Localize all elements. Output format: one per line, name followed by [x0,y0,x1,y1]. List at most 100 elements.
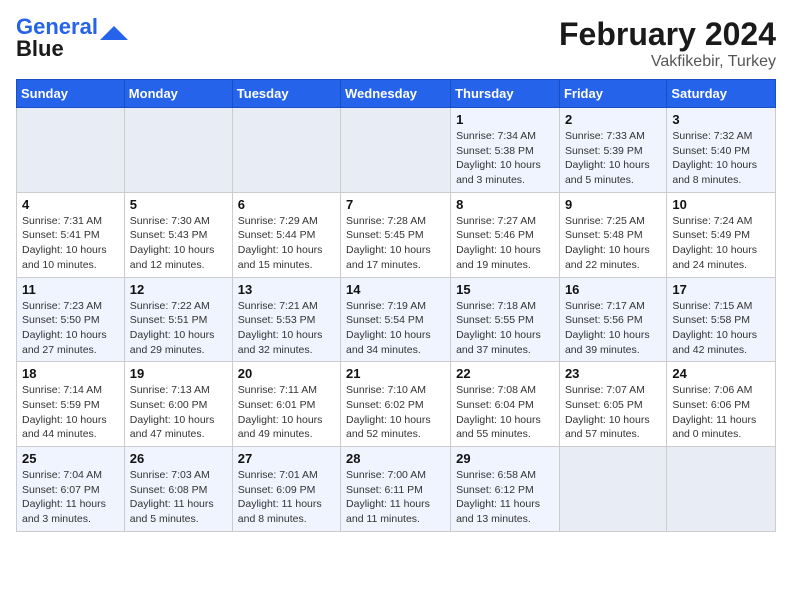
day-info: Sunrise: 7:04 AMSunset: 6:07 PMDaylight:… [22,468,119,527]
day-number: 21 [346,366,445,381]
calendar-table: Sunday Monday Tuesday Wednesday Thursday… [16,79,776,532]
day-number: 3 [672,112,770,127]
day-info: Sunrise: 6:58 AMSunset: 6:12 PMDaylight:… [456,468,554,527]
table-row: 8Sunrise: 7:27 AMSunset: 5:46 PMDaylight… [451,192,560,277]
day-number: 7 [346,197,445,212]
logo-text: GeneralBlue [16,16,98,60]
table-row: 9 Sunrise: 7:25 AMSunset: 5:48 PMDaylight… [559,192,666,277]
calendar-header-row: Sunday Monday Tuesday Wednesday Thursday… [17,80,776,108]
day-info: Sunrise: 7:23 AMSunset: 5:50 PMDaylight:… [22,299,119,358]
day-info: Sunrise: 7:30 AMSunset: 5:43 PMDaylight:… [130,214,227,273]
day-info: Sunrise: 7:19 AMSunset: 5:54 PMDaylight:… [346,299,445,358]
calendar-week-row: 1 Sunrise: 7:34 AMSunset: 5:38 PMDaylight… [17,108,776,193]
day-number: 8 [456,197,554,212]
day-number: 2 [565,112,661,127]
day-info: Sunrise: 7:28 AMSunset: 5:45 PMDaylight:… [346,214,445,273]
table-row: 7 Sunrise: 7:28 AMSunset: 5:45 PMDaylight… [341,192,451,277]
day-info: Sunrise: 7:01 AMSunset: 6:09 PMDaylight:… [238,468,335,527]
table-row: 11 Sunrise: 7:23 AMSunset: 5:50 PMDayligh… [17,277,125,362]
day-number: 6 [238,197,335,212]
col-friday: Friday [559,80,666,108]
table-row: 16Sunrise: 7:17 AMSunset: 5:56 PMDayligh… [559,277,666,362]
day-number: 17 [672,282,770,297]
table-row: 13 Sunrise: 7:21 AMSunset: 5:53 PMDayligh… [232,277,340,362]
day-number: 9 [565,197,661,212]
table-row: 26 Sunrise: 7:03 AMSunset: 6:08 PMDayligh… [124,447,232,532]
main-title: February 2024 [559,16,776,53]
day-info: Sunrise: 7:13 AMSunset: 6:00 PMDaylight:… [130,383,227,442]
day-info: Sunrise: 7:07 AMSunset: 6:05 PMDaylight:… [565,383,661,442]
day-number: 11 [22,282,119,297]
day-number: 18 [22,366,119,381]
col-sunday: Sunday [17,80,125,108]
table-row: 2 Sunrise: 7:33 AMSunset: 5:39 PMDaylight… [559,108,666,193]
table-row: 21 Sunrise: 7:10 AMSunset: 6:02 PMDayligh… [341,362,451,447]
page-header: GeneralBlue February 2024 Vakfikebir, Tu… [16,16,776,71]
table-row [341,108,451,193]
table-row: 22 Sunrise: 7:08 AMSunset: 6:04 PMDayligh… [451,362,560,447]
table-row: 23 Sunrise: 7:07 AMSunset: 6:05 PMDayligh… [559,362,666,447]
day-number: 28 [346,451,445,466]
day-info: Sunrise: 7:21 AMSunset: 5:53 PMDaylight:… [238,299,335,358]
day-info: Sunrise: 7:08 AMSunset: 6:04 PMDaylight:… [456,383,554,442]
table-row: 14 Sunrise: 7:19 AMSunset: 5:54 PMDayligh… [341,277,451,362]
table-row: 19 Sunrise: 7:13 AMSunset: 6:00 PMDayligh… [124,362,232,447]
day-info: Sunrise: 7:18 AMSunset: 5:55 PMDaylight:… [456,299,554,358]
day-number: 4 [22,197,119,212]
table-row [667,447,776,532]
day-info: Sunrise: 7:29 AMSunset: 5:44 PMDaylight:… [238,214,335,273]
col-tuesday: Tuesday [232,80,340,108]
table-row [232,108,340,193]
table-row: 10Sunrise: 7:24 AMSunset: 5:49 PMDayligh… [667,192,776,277]
table-row: 1 Sunrise: 7:34 AMSunset: 5:38 PMDaylight… [451,108,560,193]
day-number: 5 [130,197,227,212]
table-row: 12 Sunrise: 7:22 AMSunset: 5:51 PMDayligh… [124,277,232,362]
day-number: 20 [238,366,335,381]
subtitle: Vakfikebir, Turkey [559,53,776,71]
logo: GeneralBlue [16,16,128,60]
calendar-week-row: 25Sunrise: 7:04 AMSunset: 6:07 PMDayligh… [17,447,776,532]
table-row: 17 Sunrise: 7:15 AMSunset: 5:58 PMDayligh… [667,277,776,362]
day-number: 19 [130,366,227,381]
calendar-week-row: 4 Sunrise: 7:31 AMSunset: 5:41 PMDaylight… [17,192,776,277]
table-row [124,108,232,193]
col-thursday: Thursday [451,80,560,108]
day-info: Sunrise: 7:11 AMSunset: 6:01 PMDaylight:… [238,383,335,442]
table-row [559,447,666,532]
day-info: Sunrise: 7:15 AMSunset: 5:58 PMDaylight:… [672,299,770,358]
day-number: 22 [456,366,554,381]
day-info: Sunrise: 7:22 AMSunset: 5:51 PMDaylight:… [130,299,227,358]
table-row: 4 Sunrise: 7:31 AMSunset: 5:41 PMDaylight… [17,192,125,277]
title-block: February 2024 Vakfikebir, Turkey [559,16,776,71]
calendar-week-row: 11 Sunrise: 7:23 AMSunset: 5:50 PMDayligh… [17,277,776,362]
logo-icon [100,26,128,40]
day-info: Sunrise: 7:03 AMSunset: 6:08 PMDaylight:… [130,468,227,527]
col-wednesday: Wednesday [341,80,451,108]
day-info: Sunrise: 7:00 AMSunset: 6:11 PMDaylight:… [346,468,445,527]
day-number: 13 [238,282,335,297]
day-info: Sunrise: 7:31 AMSunset: 5:41 PMDaylight:… [22,214,119,273]
day-info: Sunrise: 7:06 AMSunset: 6:06 PMDaylight:… [672,383,770,442]
table-row: 24 Sunrise: 7:06 AMSunset: 6:06 PMDayligh… [667,362,776,447]
day-info: Sunrise: 7:34 AMSunset: 5:38 PMDaylight:… [456,129,554,188]
calendar-week-row: 18Sunrise: 7:14 AMSunset: 5:59 PMDayligh… [17,362,776,447]
day-number: 26 [130,451,227,466]
day-info: Sunrise: 7:33 AMSunset: 5:39 PMDaylight:… [565,129,661,188]
table-row: 18Sunrise: 7:14 AMSunset: 5:59 PMDayligh… [17,362,125,447]
day-info: Sunrise: 7:10 AMSunset: 6:02 PMDaylight:… [346,383,445,442]
day-number: 15 [456,282,554,297]
table-row: 6 Sunrise: 7:29 AMSunset: 5:44 PMDaylight… [232,192,340,277]
day-info: Sunrise: 7:24 AMSunset: 5:49 PMDaylight:… [672,214,770,273]
table-row: 28 Sunrise: 7:00 AMSunset: 6:11 PMDayligh… [341,447,451,532]
table-row: 15 Sunrise: 7:18 AMSunset: 5:55 PMDayligh… [451,277,560,362]
day-info: Sunrise: 7:32 AMSunset: 5:40 PMDaylight:… [672,129,770,188]
day-number: 24 [672,366,770,381]
day-number: 1 [456,112,554,127]
day-info: Sunrise: 7:25 AMSunset: 5:48 PMDaylight:… [565,214,661,273]
table-row: 20 Sunrise: 7:11 AMSunset: 6:01 PMDayligh… [232,362,340,447]
col-monday: Monday [124,80,232,108]
day-number: 14 [346,282,445,297]
col-saturday: Saturday [667,80,776,108]
day-number: 12 [130,282,227,297]
day-number: 23 [565,366,661,381]
